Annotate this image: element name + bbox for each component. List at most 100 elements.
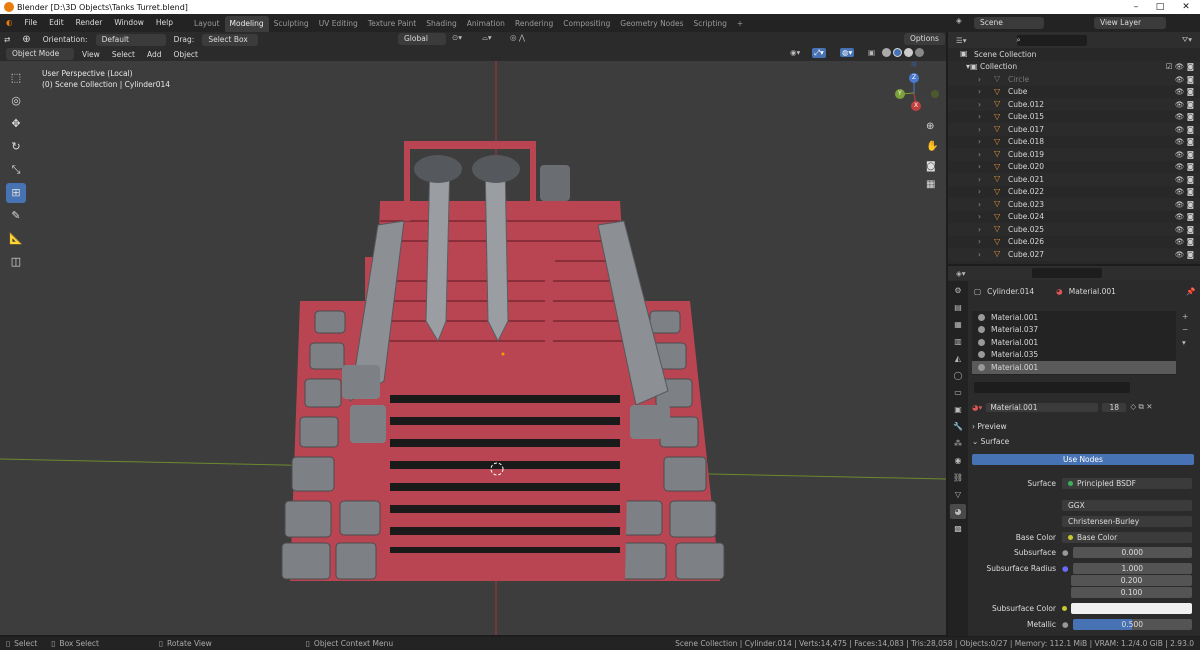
- menu-select[interactable]: Select: [108, 50, 139, 59]
- expand-arrow-icon[interactable]: ›: [978, 200, 981, 209]
- tab-modeling[interactable]: Modeling: [224, 16, 269, 32]
- outliner-item[interactable]: › ▽ Cube.024 👁 ◙: [948, 211, 1200, 224]
- add-workspace-button[interactable]: +: [732, 16, 748, 32]
- object-tab-icon[interactable]: ▣: [950, 402, 966, 417]
- outliner-item[interactable]: › ▽ Cube 👁 ◙: [948, 86, 1200, 99]
- render-tab-icon[interactable]: ▤: [950, 300, 966, 315]
- outliner-item[interactable]: › ▽ Cube.018 👁 ◙: [948, 136, 1200, 149]
- move-tool-icon[interactable]: ✥: [6, 114, 26, 134]
- drag-dropdown[interactable]: Select Box: [202, 33, 259, 46]
- 3d-viewport[interactable]: Z Y X User Perspective (Local) (0) Scene…: [0, 61, 946, 635]
- xray-icon[interactable]: ▣: [868, 48, 875, 57]
- subsurface-radius-x[interactable]: 1.000: [1072, 562, 1192, 574]
- tab-geometry-nodes[interactable]: Geometry Nodes: [615, 16, 688, 32]
- material-users-count[interactable]: 18: [1102, 402, 1127, 412]
- material-slot[interactable]: Material.035: [972, 349, 1176, 362]
- remove-slot-button[interactable]: −: [1182, 323, 1188, 336]
- tab-sculpting[interactable]: Sculpting: [269, 16, 314, 32]
- orientation-dropdown[interactable]: Default: [95, 33, 166, 46]
- tool-tab-icon[interactable]: ⚙: [950, 283, 966, 298]
- expand-arrow-icon[interactable]: ›: [978, 75, 981, 84]
- overlays-icon[interactable]: ◍▾: [840, 48, 855, 57]
- distribution-dropdown[interactable]: GGX: [1062, 499, 1192, 511]
- zoom-icon[interactable]: ⊕: [926, 121, 934, 132]
- transform-icon[interactable]: ⇄: [0, 35, 14, 44]
- solid-shading-icon[interactable]: [893, 48, 902, 57]
- visibility-toggle-icon[interactable]: 👁 ◙: [1175, 212, 1194, 221]
- scene-collection-row[interactable]: ▣ Scene Collection: [948, 48, 1200, 61]
- gizmo-toggle-icon[interactable]: ⤢▾: [812, 48, 826, 58]
- menu-render[interactable]: Render: [70, 14, 109, 32]
- visibility-icon[interactable]: ◉▾: [790, 48, 800, 57]
- material-browse-icon[interactable]: ◕▾: [972, 403, 982, 412]
- grid-view-icon[interactable]: ▦: [926, 179, 935, 190]
- outliner-item[interactable]: › ▽ Cube.017 👁 ◙: [948, 123, 1200, 136]
- outliner-item[interactable]: › ▽ Cube.022 👁 ◙: [948, 186, 1200, 199]
- rendered-shading-icon[interactable]: [915, 48, 924, 57]
- menu-object[interactable]: Object: [169, 50, 201, 59]
- expand-arrow-icon[interactable]: ›: [978, 237, 981, 246]
- slot-filter-input[interactable]: [974, 382, 1130, 393]
- annotate-tool-icon[interactable]: ✎: [6, 206, 26, 226]
- tab-scripting[interactable]: Scripting: [689, 16, 732, 32]
- minimize-icon[interactable]: –: [1124, 0, 1148, 14]
- outliner-item[interactable]: › ▽ Cube.021 👁 ◙: [948, 173, 1200, 186]
- visibility-toggle-icon[interactable]: 👁 ◙: [1175, 112, 1194, 121]
- expand-arrow-icon[interactable]: ›: [978, 175, 981, 184]
- scene-selector[interactable]: Scene: [974, 17, 1044, 29]
- expand-arrow-icon[interactable]: ›: [978, 250, 981, 259]
- visibility-toggle-icon[interactable]: 👁 ◙: [1175, 225, 1194, 234]
- expand-arrow-icon[interactable]: ›: [978, 125, 981, 134]
- tab-compositing[interactable]: Compositing: [558, 16, 615, 32]
- subsurface-radius-z[interactable]: 0.100: [1071, 586, 1192, 598]
- material-name-field[interactable]: Material.001: [986, 402, 1099, 412]
- surface-shader-field[interactable]: Principled BSDF: [1062, 477, 1192, 489]
- particles-tab-icon[interactable]: ⁂: [950, 436, 966, 451]
- visibility-toggle-icon[interactable]: 👁 ◙: [1175, 150, 1194, 159]
- collection-tab-icon[interactable]: ▭: [950, 385, 966, 400]
- menu-edit[interactable]: Edit: [43, 14, 70, 32]
- tab-texture-paint[interactable]: Texture Paint: [363, 16, 421, 32]
- tab-rendering[interactable]: Rendering: [510, 16, 558, 32]
- menu-window[interactable]: Window: [108, 14, 150, 32]
- wireframe-shading-icon[interactable]: [882, 48, 891, 57]
- add-cube-tool-icon[interactable]: ◫: [6, 252, 26, 272]
- pivot-icon[interactable]: ⊙▾: [452, 33, 462, 42]
- world-tab-icon[interactable]: ◯: [950, 368, 966, 383]
- blender-menu-icon[interactable]: ◐: [0, 14, 19, 32]
- material-slot[interactable]: Material.001: [972, 311, 1176, 324]
- proportional-edit-icon[interactable]: ◎ ⋀: [510, 33, 525, 42]
- outliner-item[interactable]: › ▽ Cube.025 👁 ◙: [948, 223, 1200, 236]
- scene-tab-icon[interactable]: ◭: [950, 351, 966, 366]
- transform-orientation-dropdown[interactable]: Global: [398, 33, 446, 45]
- outliner-item[interactable]: › ▽ Cube.019 👁 ◙: [948, 148, 1200, 161]
- modifier-tab-icon[interactable]: 🔧: [950, 419, 966, 434]
- menu-view[interactable]: View: [78, 50, 104, 59]
- snap-icon[interactable]: ⌓▾: [482, 33, 492, 43]
- expand-arrow-icon[interactable]: ›: [978, 112, 981, 121]
- scale-tool-icon[interactable]: ⤡: [6, 160, 26, 180]
- pin-icon[interactable]: 📌: [1186, 287, 1195, 296]
- base-color-field[interactable]: Base Color: [1062, 531, 1192, 543]
- material-slot[interactable]: Material.001: [972, 361, 1176, 374]
- material-slot[interactable]: Material.001: [972, 336, 1176, 349]
- subsurface-field[interactable]: 0.000: [1072, 546, 1192, 558]
- slot-menu-button[interactable]: ▾: [1182, 336, 1188, 349]
- menu-help[interactable]: Help: [150, 14, 179, 32]
- properties-search-input[interactable]: [1031, 268, 1102, 278]
- visibility-toggle-icon[interactable]: 👁 ◙: [1175, 87, 1194, 96]
- constraints-tab-icon[interactable]: ⛓: [950, 470, 966, 485]
- outliner-item[interactable]: › ▽ Cube.026 👁 ◙: [948, 236, 1200, 249]
- maximize-icon[interactable]: □: [1148, 0, 1172, 14]
- metallic-slider[interactable]: 0.500: [1072, 618, 1192, 630]
- add-slot-button[interactable]: +: [1182, 310, 1188, 323]
- output-tab-icon[interactable]: ▦: [950, 317, 966, 332]
- expand-arrow-icon[interactable]: ›: [978, 150, 981, 159]
- outliner-item[interactable]: › ▽ Cube.027 👁 ◙: [948, 248, 1200, 261]
- tab-animation[interactable]: Animation: [462, 16, 510, 32]
- view-layer-selector[interactable]: View Layer: [1094, 17, 1166, 29]
- subsurface-method-dropdown[interactable]: Christensen-Burley: [1062, 515, 1192, 527]
- close-icon[interactable]: ✕: [1174, 0, 1198, 14]
- visibility-toggle-icon[interactable]: 👁 ◙: [1175, 75, 1194, 84]
- data-tab-icon[interactable]: ▽: [950, 487, 966, 502]
